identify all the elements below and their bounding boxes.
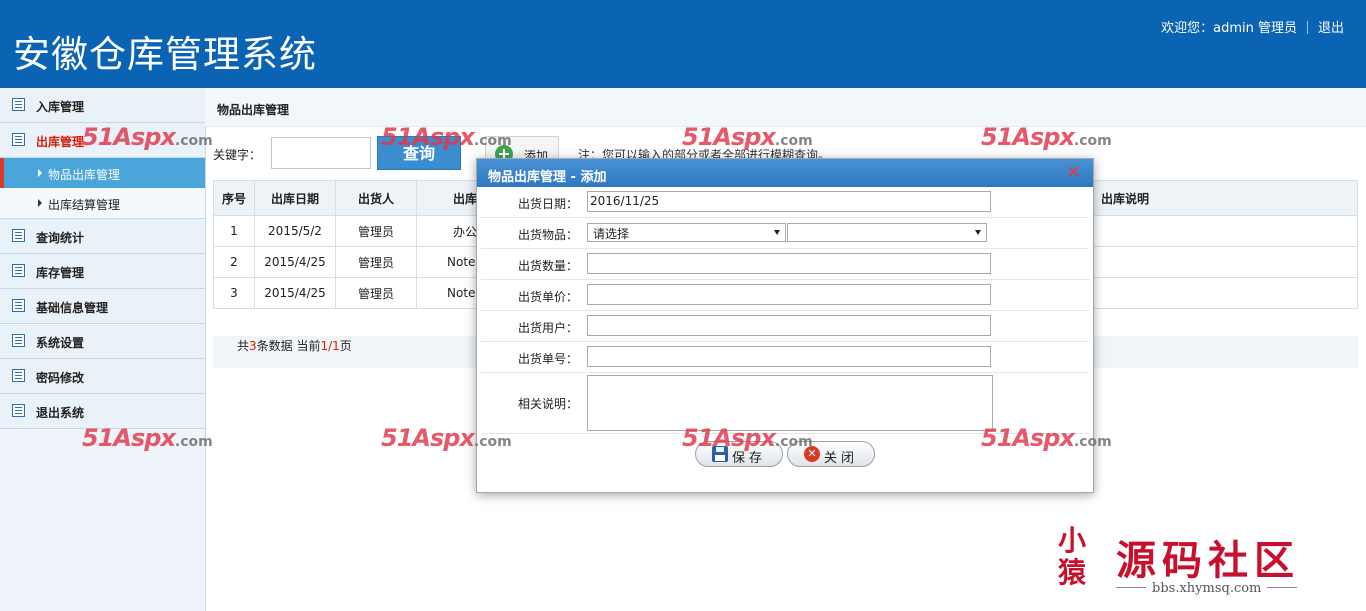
list-icon bbox=[12, 369, 25, 382]
caret-right-icon bbox=[38, 169, 42, 177]
breadcrumb-bar: 物品出库管理 bbox=[205, 88, 1366, 127]
field-label: 出货单价： bbox=[517, 290, 578, 304]
field-label: 出货数量： bbox=[517, 259, 578, 273]
quantity-field[interactable] bbox=[587, 253, 991, 274]
watermark-logo: 51Aspx.com bbox=[82, 123, 213, 151]
caret-right-icon bbox=[38, 199, 42, 207]
item-select[interactable] bbox=[787, 223, 987, 242]
list-icon bbox=[12, 98, 25, 111]
cell-no: 2 bbox=[213, 246, 255, 278]
list-icon bbox=[12, 404, 25, 417]
sidebar-item-label: 系统设置 bbox=[36, 336, 85, 350]
seal-logo: 小猿 bbox=[1058, 524, 1087, 589]
sidebar-item-system-settings[interactable]: 系统设置 bbox=[0, 324, 205, 359]
pager-suffix: 页 bbox=[339, 339, 352, 353]
watermark-logo: 51Aspx.com bbox=[682, 424, 813, 452]
keyword-input[interactable] bbox=[271, 137, 371, 169]
sidebar-item-query-stats[interactable]: 查询统计 bbox=[0, 219, 205, 254]
dropdown-arrow-icon bbox=[975, 230, 981, 235]
watermark-logo: 51Aspx.com bbox=[381, 424, 512, 452]
form-row-date: 出货日期： 2016/11/25 bbox=[481, 187, 1089, 218]
sidebar-item-label: 入库管理 bbox=[36, 100, 85, 114]
dialog-titlebar: 物品出库管理 - 添加 ✕ bbox=[477, 159, 1093, 187]
order-number-field[interactable] bbox=[587, 346, 991, 367]
column-header: 出货人 bbox=[335, 180, 417, 216]
sidebar-subitem-label: 物品出库管理 bbox=[48, 168, 121, 182]
welcome-text: 欢迎您：admin 管理员 bbox=[1161, 21, 1297, 36]
sidebar-subitem-outbound-settlement[interactable]: 出库结算管理 bbox=[0, 188, 205, 219]
app-header: 安徽仓库管理系统 欢迎您：admin 管理员 退出 bbox=[0, 0, 1366, 88]
list-icon bbox=[12, 133, 25, 146]
user-bar: 欢迎您：admin 管理员 退出 bbox=[1161, 17, 1344, 36]
pager-middle: 条数据 当前 bbox=[256, 339, 321, 353]
form-row-item: 出货物品： 请选择 bbox=[481, 218, 1089, 249]
sidebar-item-label: 出库管理 bbox=[36, 135, 85, 149]
sidebar-item-basic-info[interactable]: 基础信息管理 bbox=[0, 289, 205, 324]
dropdown-arrow-icon bbox=[774, 230, 780, 235]
community-logo: 小猿 源码社区 bbs.xhymsq.com bbox=[1058, 525, 1358, 605]
cell-date: 2015/4/25 bbox=[254, 246, 336, 278]
watermark-logo: 51Aspx.com bbox=[82, 424, 213, 452]
logo-url: bbs.xhymsq.com bbox=[1110, 581, 1303, 596]
sidebar-item-inventory[interactable]: 库存管理 bbox=[0, 254, 205, 289]
pager-text: 共3条数据 当前1/1页 bbox=[237, 337, 352, 354]
close-icon[interactable]: ✕ bbox=[1066, 163, 1081, 183]
price-field[interactable] bbox=[587, 284, 991, 305]
watermark-logo: 51Aspx.com bbox=[381, 123, 512, 151]
pager-prefix: 共 bbox=[237, 339, 250, 353]
cell-person: 管理员 bbox=[335, 277, 417, 309]
list-icon bbox=[12, 264, 25, 277]
list-icon bbox=[12, 334, 25, 347]
form-row-user: 出货用户： bbox=[481, 311, 1089, 342]
watermark-logo: 51Aspx.com bbox=[981, 123, 1112, 151]
date-field[interactable]: 2016/11/25 bbox=[587, 191, 991, 212]
sidebar-item-label: 密码修改 bbox=[36, 371, 85, 385]
form-row-price: 出货单价： bbox=[481, 280, 1089, 311]
field-label: 出货用户： bbox=[517, 321, 578, 335]
sidebar-subitem-outbound-goods[interactable]: 物品出库管理 bbox=[0, 158, 205, 188]
watermark-logo: 51Aspx.com bbox=[981, 424, 1112, 452]
sidebar-item-inbound[interactable]: 入库管理 bbox=[0, 88, 205, 123]
pager-current: 1/1 bbox=[320, 339, 340, 353]
item-category-select[interactable]: 请选择 bbox=[587, 223, 786, 242]
app-title: 安徽仓库管理系统 bbox=[13, 33, 317, 76]
column-header: 出库日期 bbox=[254, 180, 336, 216]
user-bar-divider bbox=[1306, 21, 1308, 34]
watermark-logo: 51Aspx.com bbox=[682, 123, 813, 151]
cell-person: 管理员 bbox=[335, 215, 417, 247]
pager-total: 3 bbox=[249, 339, 257, 353]
sidebar-item-change-password[interactable]: 密码修改 bbox=[0, 359, 205, 394]
field-label: 出货单号： bbox=[517, 352, 578, 366]
cell-no: 1 bbox=[213, 215, 255, 247]
list-icon bbox=[12, 299, 25, 312]
list-icon bbox=[12, 229, 25, 242]
column-header: 序号 bbox=[213, 180, 255, 216]
sidebar-item-label: 库存管理 bbox=[36, 266, 85, 280]
cell-date: 2015/4/25 bbox=[254, 277, 336, 309]
user-field[interactable] bbox=[587, 315, 991, 336]
sidebar: 入库管理 出库管理 物品出库管理 出库结算管理 查询统计 库存管理 基础信息管理… bbox=[0, 88, 206, 611]
cell-person: 管理员 bbox=[335, 246, 417, 278]
form-row-order: 出货单号： bbox=[481, 342, 1089, 373]
field-label: 出货日期： bbox=[517, 197, 578, 211]
field-label: 出货物品： bbox=[517, 228, 578, 242]
cell-no: 3 bbox=[213, 277, 255, 309]
sidebar-subitem-label: 出库结算管理 bbox=[48, 198, 121, 212]
sidebar-item-label: 查询统计 bbox=[36, 231, 85, 245]
logout-link[interactable]: 退出 bbox=[1318, 21, 1344, 36]
select-value: 请选择 bbox=[593, 227, 630, 241]
close-button-label: 关闭 bbox=[824, 451, 859, 466]
logo-title: 源码社区 bbox=[1116, 537, 1300, 584]
sidebar-item-label: 退出系统 bbox=[36, 406, 85, 420]
sidebar-item-label: 基础信息管理 bbox=[36, 301, 109, 315]
description-textarea[interactable] bbox=[587, 375, 993, 431]
breadcrumb: 物品出库管理 bbox=[217, 103, 290, 117]
keyword-label: 关键字： bbox=[213, 148, 262, 162]
cell-date: 2015/5/2 bbox=[254, 215, 336, 247]
dialog-title: 物品出库管理 - 添加 bbox=[488, 170, 607, 185]
field-label: 相关说明： bbox=[517, 397, 578, 411]
form-row-qty: 出货数量： bbox=[481, 249, 1089, 280]
